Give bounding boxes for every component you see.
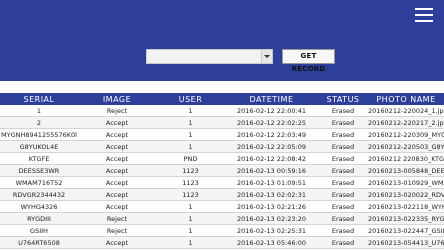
column-header: STATUS	[318, 93, 368, 105]
user-cell: 1	[156, 116, 225, 129]
datetime-cell: 2016-02-13 00:59:16	[225, 164, 318, 177]
app-header: GET RECORD	[0, 0, 444, 81]
table-row[interactable]: KTGFE Accept PND 2016-02-12 22:08:42 Erased 2…	[0, 152, 444, 165]
column-header: IMAGE	[78, 93, 156, 105]
photo-name-cell: 20160212-220024_1.jpg	[368, 105, 444, 117]
status-cell: Erased	[318, 140, 368, 153]
datetime-cell: 2016-02-12 22:08:42	[225, 152, 318, 165]
user-cell: 1	[156, 212, 225, 225]
table-row[interactable]: RYGDIII Reject 1 2016-02-13 02:23:20 Erased 2…	[0, 212, 444, 225]
serial-cell: RYGDIII	[0, 212, 78, 225]
user-cell: 1	[156, 236, 225, 249]
user-cell: 1123	[156, 176, 225, 189]
serial-cell: WMAM716T52	[0, 176, 78, 189]
serial-cell: GSIIH	[0, 224, 78, 237]
image-cell: Reject	[78, 105, 156, 117]
datetime-cell: 2016-02-12 22:05:09	[225, 140, 318, 153]
serial-cell: 1	[0, 105, 78, 117]
image-cell: Accept	[78, 152, 156, 165]
photo-name-cell: 20160213-022335_RYGDIII.jpg	[368, 212, 444, 225]
serial-cell: RDVGR2344432	[0, 188, 78, 201]
user-cell: 1123	[156, 164, 225, 177]
image-cell: Accept	[78, 200, 156, 213]
table-row[interactable]: MYGNH8941255576K0l Accept 1 2016-02-12 22:0…	[0, 128, 444, 141]
serial-cell: KTGFE	[0, 152, 78, 165]
get-record-button[interactable]: GET RECORD	[282, 49, 335, 73]
status-cell: Erased	[318, 164, 368, 177]
status-cell: Erased	[318, 176, 368, 189]
datetime-cell: 2016-02-13 01:09:51	[225, 176, 318, 189]
image-cell: Reject	[78, 224, 156, 237]
photo-name-cell: 20160212-220503_G8YUKOL4E.jpg	[368, 140, 444, 153]
photo-name-cell: 20160213-022447_GSIIH.jpg	[368, 224, 444, 237]
image-cell: Accept	[78, 176, 156, 189]
photo-name-cell: 20160212 220830_KTGFE.jpg	[368, 152, 444, 165]
user-cell: 1	[156, 140, 225, 153]
datetime-cell: 2016-02-13 02:02:31	[225, 188, 318, 201]
table-row[interactable]: GSIIH Reject 1 2016-02-13 02:25:31 Erased 201…	[0, 224, 444, 237]
datetime-cell: 2016-02-12 22:03:49	[225, 128, 318, 141]
photo-name-cell: 20160212-220217_2.jpg	[368, 116, 444, 129]
serial-cell: WYHG4326	[0, 200, 78, 213]
user-cell: 1	[156, 105, 225, 117]
status-cell: Erased	[318, 224, 368, 237]
datetime-cell: 2016-02-13 02:23:20	[225, 212, 318, 225]
serial-cell: U764RT6508	[0, 236, 78, 249]
status-cell: Erased	[318, 188, 368, 201]
status-cell: Erased	[318, 152, 368, 165]
table-row[interactable]: RDVGR2344432 Accept 1123 2016-02-13 02:02:3…	[0, 188, 444, 201]
serial-cell: G8YUKOL4E	[0, 140, 78, 153]
image-cell: Accept	[78, 116, 156, 129]
column-header: PHOTO NAME	[368, 93, 444, 105]
image-cell: Accept	[78, 128, 156, 141]
photo-name-cell: 20160213-005848_DEESSE3WR.jpg	[368, 164, 444, 177]
image-cell: Accept	[78, 164, 156, 177]
serial-cell: 2	[0, 116, 78, 129]
image-cell: Accept	[78, 140, 156, 153]
photo-name-cell: 20160212-220309_MYGNH8941255576K0l.jpg	[368, 128, 444, 141]
user-cell: 1	[156, 224, 225, 237]
chevron-down-icon[interactable]	[261, 50, 272, 63]
table-row[interactable]: DEESSE3WR Accept 1123 2016-02-13 00:59:16 Er…	[0, 164, 444, 177]
image-cell: Reject	[78, 212, 156, 225]
column-header: DATETIME	[225, 93, 318, 105]
table-row[interactable]: U764RT6508 Accept 1 2016-02-13 05:46:00 Eras…	[0, 236, 444, 249]
datetime-cell: 2016-02-12 22:02:25	[225, 116, 318, 129]
table-row[interactable]: WYHG4326 Accept 1 2016-02-13 02:21:26 Erased…	[0, 200, 444, 213]
record-select-dropdown[interactable]	[146, 49, 273, 64]
table-row[interactable]: 1 Reject 1 2016-02-12 22:00:41 Erased 2016021…	[0, 105, 444, 117]
status-cell: Erased	[318, 105, 368, 117]
image-cell: Accept	[78, 188, 156, 201]
user-cell: 1123	[156, 188, 225, 201]
table-row[interactable]: G8YUKOL4E Accept 1 2016-02-12 22:05:09 Erase…	[0, 140, 444, 153]
records-table: SERIAL IMAGE USER DATETIME STATUS PHOTO NAME …	[0, 93, 444, 251]
hamburger-menu-icon[interactable]	[415, 8, 433, 22]
table-header-row: SERIAL IMAGE USER DATETIME STATUS PHOTO NAME	[0, 93, 444, 105]
status-cell: Erased	[318, 212, 368, 225]
datetime-cell: 2016-02-13 02:25:31	[225, 224, 318, 237]
column-header: SERIAL	[0, 93, 78, 105]
column-header: USER	[156, 93, 225, 105]
user-cell: 1	[156, 128, 225, 141]
table-row[interactable]: 2 Accept 1 2016-02-12 22:02:25 Erased 2016021…	[0, 116, 444, 129]
datetime-cell: 2016-02-13 02:21:26	[225, 200, 318, 213]
status-cell: Erased	[318, 236, 368, 249]
photo-name-cell: 20160213-010929_WMAM716T52.jpg	[368, 176, 444, 189]
table-row[interactable]: WMAM716T52 Accept 1123 2016-02-13 01:09:51 E…	[0, 176, 444, 189]
photo-name-cell: 20160213-022118_WYHG4326.jpg	[368, 200, 444, 213]
photo-name-cell: 20160213-054413_U764RT6508.jpg	[368, 236, 444, 249]
records-table-container[interactable]: SERIAL IMAGE USER DATETIME STATUS PHOTO NAME …	[0, 93, 444, 251]
status-cell: Erased	[318, 116, 368, 129]
photo-name-cell: 20160213-020022_RDVGR2344432.jpg	[368, 188, 444, 201]
datetime-cell: 2016-02-12 22:00:41	[225, 105, 318, 117]
image-cell: Accept	[78, 236, 156, 249]
status-cell: Erased	[318, 200, 368, 213]
datetime-cell: 2016-02-13 05:46:00	[225, 236, 318, 249]
status-cell: Erased	[318, 128, 368, 141]
user-cell: PND	[156, 152, 225, 165]
serial-cell: DEESSE3WR	[0, 164, 78, 177]
table-body: 1 Reject 1 2016-02-12 22:00:41 Erased 2016021…	[0, 105, 444, 251]
user-cell: 1	[156, 200, 225, 213]
serial-cell: MYGNH8941255576K0l	[0, 128, 78, 141]
